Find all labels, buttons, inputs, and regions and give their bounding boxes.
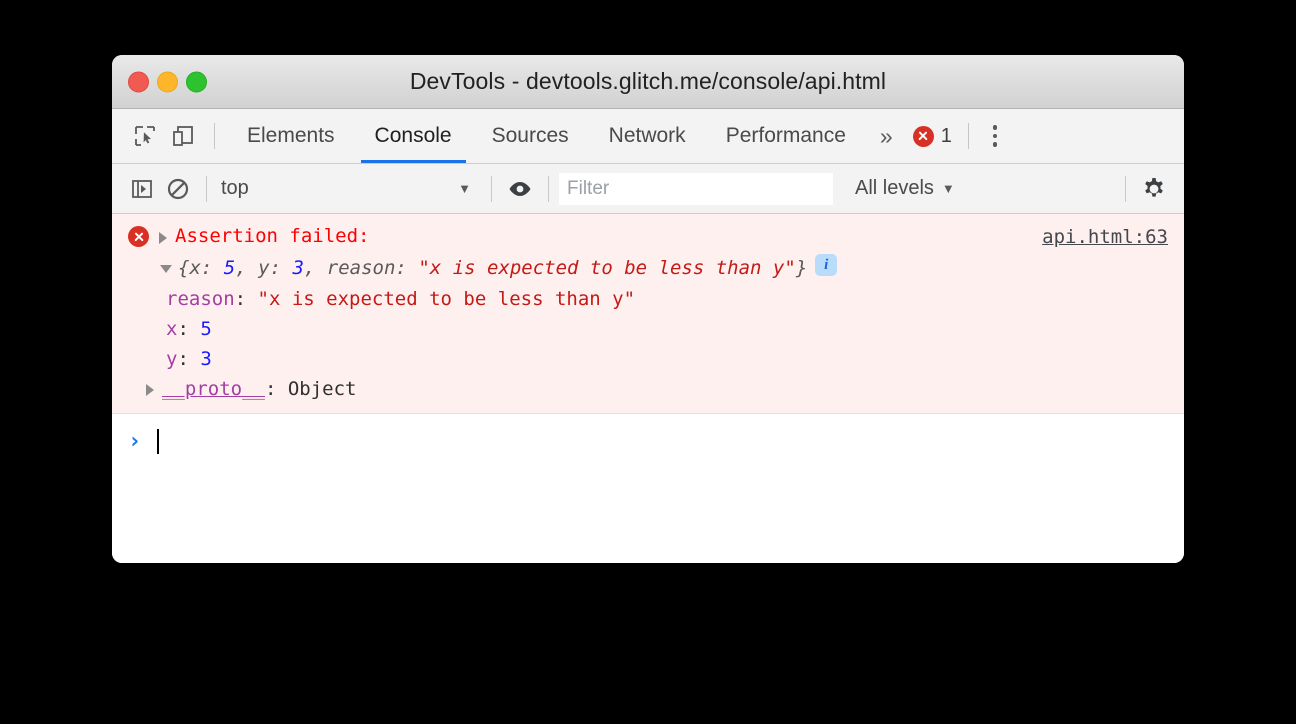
collapse-triangle-icon[interactable]	[160, 265, 172, 273]
filter-input[interactable]	[559, 172, 833, 205]
property-separator: :	[177, 348, 201, 370]
property-name: x	[166, 318, 178, 340]
tab-network[interactable]: Network	[589, 109, 706, 163]
tab-sources[interactable]: Sources	[472, 109, 589, 163]
tabbar-divider-2	[967, 123, 969, 149]
tab-elements-label: Elements	[247, 124, 335, 147]
inspect-element-icon[interactable]	[126, 117, 164, 155]
tab-performance[interactable]: Performance	[706, 109, 866, 163]
preview-value-y: 3	[292, 257, 304, 279]
console-toolbar-divider-4	[1125, 175, 1126, 202]
source-link[interactable]: api.html:63	[1042, 223, 1168, 251]
preview-key-x: x:	[189, 257, 224, 279]
execution-context-selector[interactable]: top ▼	[217, 177, 481, 200]
console-prompt-row[interactable]: ›	[112, 414, 1184, 468]
settings-gear-icon[interactable]	[1136, 171, 1172, 207]
execution-context-label: top	[221, 177, 249, 199]
devtools-tabbar: Elements Console Sources Network Perform…	[112, 109, 1184, 164]
chevron-down-icon: ▼	[941, 181, 955, 196]
preview-close-brace: }	[795, 257, 808, 279]
console-toolbar-divider-1	[206, 175, 207, 202]
property-value: 3	[200, 348, 212, 370]
prompt-chevron-icon: ›	[128, 428, 142, 454]
chevron-down-icon: ▼	[458, 181, 471, 196]
kebab-menu-icon[interactable]	[977, 125, 1013, 147]
tab-console-label: Console	[374, 124, 452, 147]
error-icon	[912, 125, 934, 147]
property-separator: :	[264, 378, 288, 400]
info-badge-icon[interactable]: i	[815, 254, 838, 276]
tab-elements[interactable]: Elements	[227, 109, 355, 163]
preview-open-brace: {	[178, 257, 190, 279]
console-toolbar: top ▼ All levels ▼	[112, 164, 1184, 214]
error-count-label: 1	[940, 124, 952, 147]
show-console-sidebar-icon[interactable]	[124, 171, 160, 207]
preview-value-x: 5	[223, 257, 236, 279]
property-name: __proto__	[162, 378, 265, 400]
property-separator: :	[234, 288, 258, 310]
log-level-selector[interactable]: All levels ▼	[843, 177, 967, 200]
property-value: 5	[200, 318, 212, 340]
expand-triangle-icon[interactable]	[159, 232, 167, 244]
object-property-row[interactable]: x: 5	[112, 314, 1184, 344]
error-count-badge[interactable]: 1	[907, 125, 958, 148]
preview-value-reason: "x is expected to be less than y"	[418, 257, 796, 279]
preview-key-reason: reason:	[326, 257, 419, 279]
panel-tabs: Elements Console Sources Network Perform…	[227, 109, 866, 163]
settings-area	[1115, 171, 1184, 207]
more-tabs-chevron-icon[interactable]: »	[866, 123, 907, 150]
console-toolbar-divider-2	[491, 175, 492, 202]
property-name: y	[166, 348, 178, 370]
object-property-row[interactable]: reason: "x is expected to be less than y…	[112, 284, 1184, 314]
console-message-list: Assertion failed: api.html:63 {x: 5, y: …	[112, 214, 1184, 563]
object-proto-row[interactable]: __proto__: Object	[112, 374, 1184, 404]
console-error-row[interactable]: Assertion failed: api.html:63	[112, 220, 1184, 252]
error-icon	[128, 226, 149, 247]
object-preview-row[interactable]: {x: 5, y: 3, reason: "x is expected to b…	[112, 252, 1184, 284]
preview-sep-2: ,	[303, 257, 327, 279]
device-toolbar-icon[interactable]	[164, 117, 202, 155]
tabbar-divider	[214, 123, 215, 149]
expand-triangle-icon[interactable]	[146, 384, 154, 396]
text-cursor	[157, 428, 160, 454]
tab-network-label: Network	[608, 124, 686, 147]
object-property-row[interactable]: y: 3	[112, 344, 1184, 374]
console-error-group: Assertion failed: api.html:63 {x: 5, y: …	[112, 214, 1184, 414]
tab-performance-label: Performance	[725, 124, 846, 147]
window-title: DevTools - devtools.glitch.me/console/ap…	[409, 68, 887, 94]
console-error-text: Assertion failed:	[175, 225, 370, 247]
property-value: "x is expected to be less than y"	[257, 288, 636, 310]
devtools-window: DevTools - devtools.glitch.me/console/ap…	[112, 55, 1184, 563]
clear-console-icon[interactable]	[160, 171, 196, 207]
window-titlebar: DevTools - devtools.glitch.me/console/ap…	[112, 55, 1184, 109]
preview-sep-1: ,	[235, 257, 259, 279]
property-value: Object	[287, 378, 357, 400]
tab-sources-label: Sources	[491, 124, 569, 147]
console-toolbar-divider-3	[548, 175, 549, 202]
property-separator: :	[177, 318, 201, 340]
log-level-label: All levels	[855, 177, 934, 199]
property-name: reason	[166, 288, 235, 310]
live-expression-eye-icon[interactable]	[502, 171, 538, 207]
preview-key-y: y:	[258, 257, 293, 279]
tab-console[interactable]: Console	[355, 109, 472, 163]
object-preview: {x: 5, y: 3, reason: "x is expected to b…	[178, 254, 807, 282]
